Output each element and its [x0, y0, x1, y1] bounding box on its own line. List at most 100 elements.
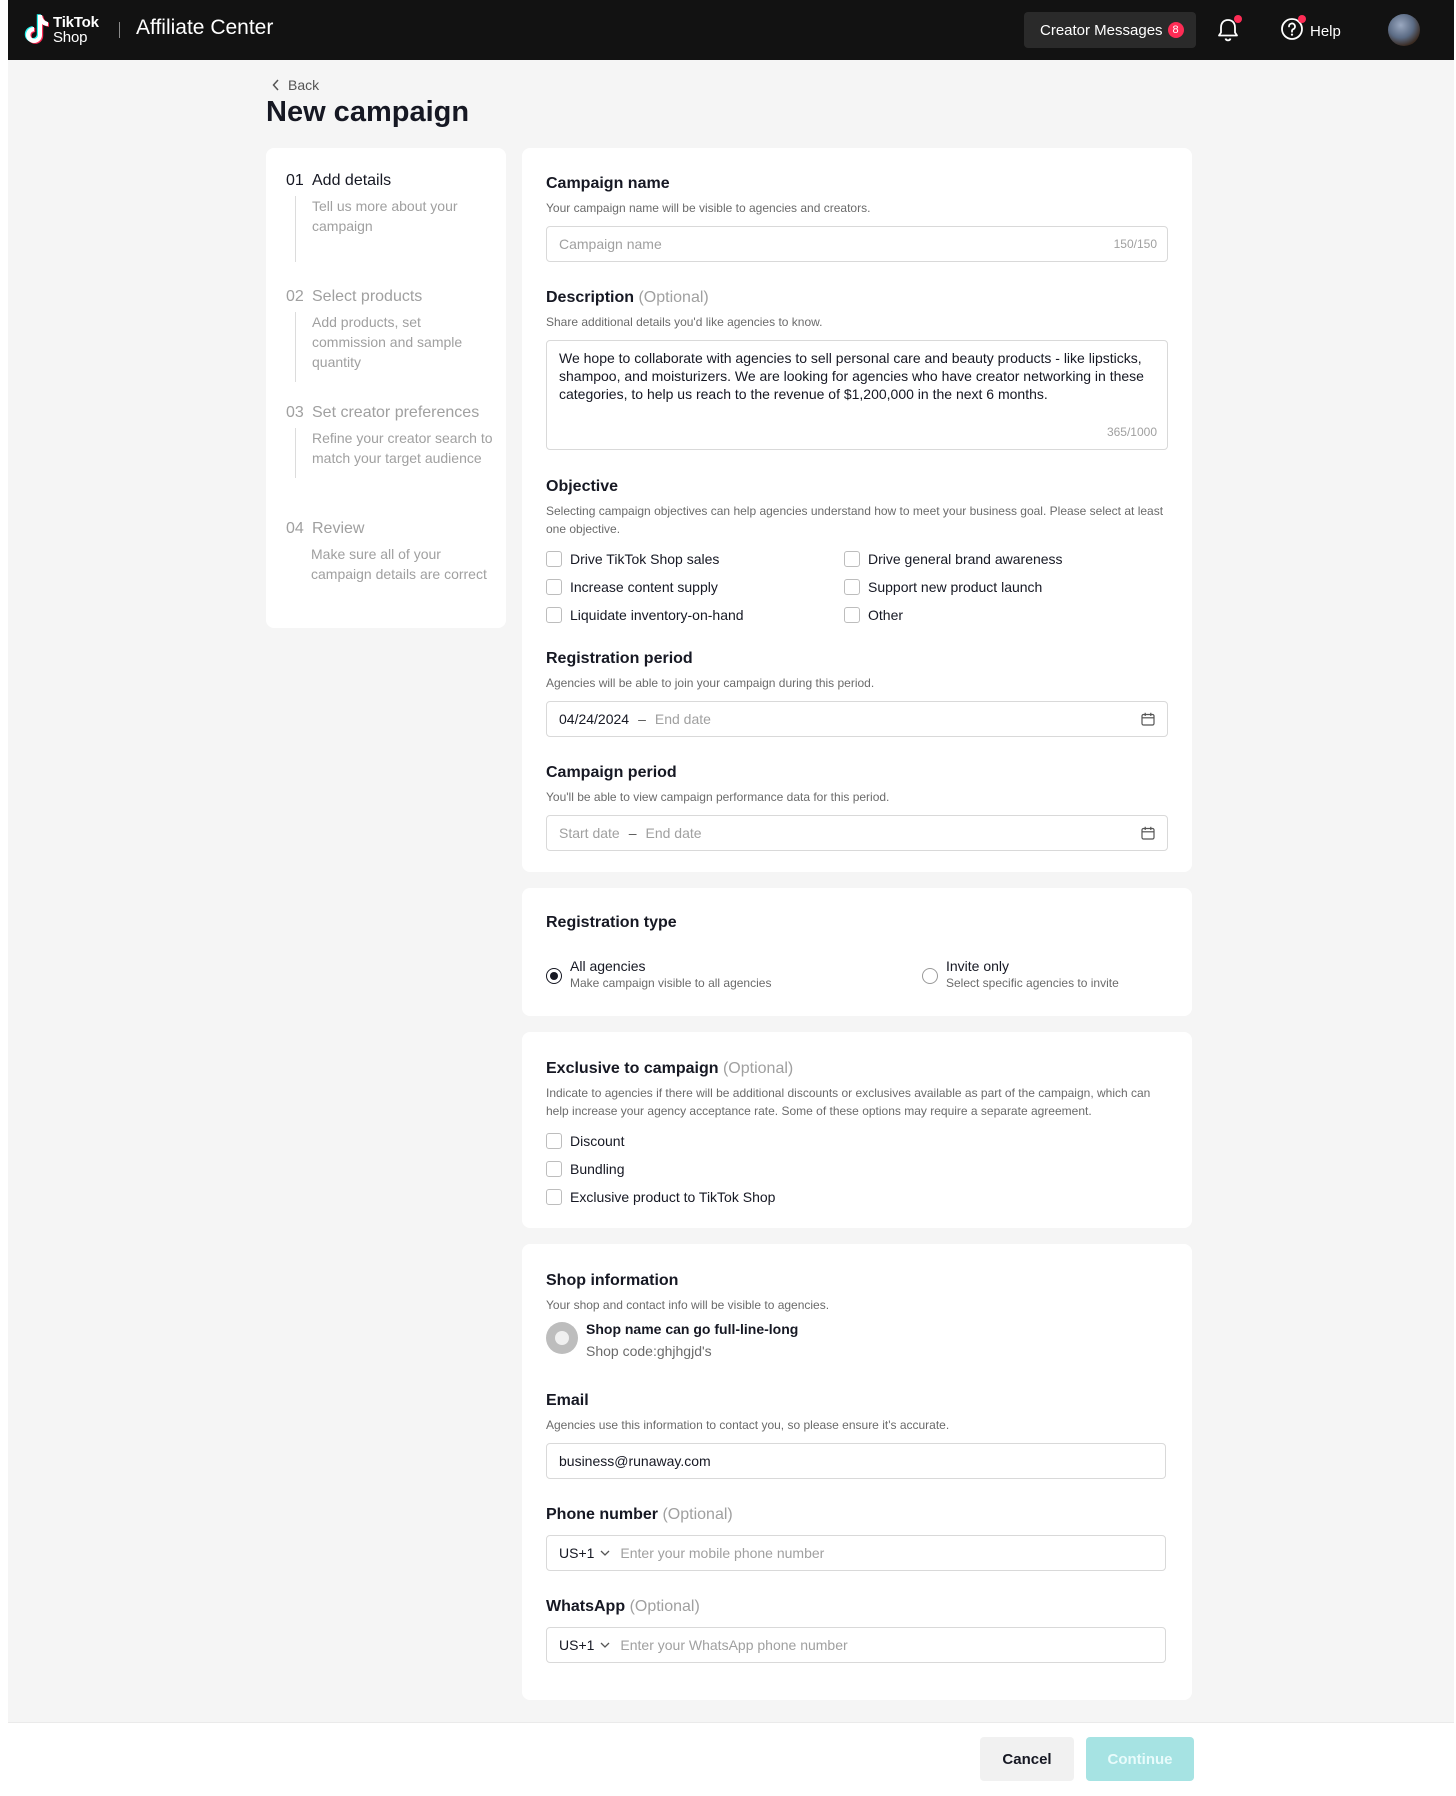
step-title: Select products [312, 288, 423, 305]
checkbox[interactable] [546, 1161, 562, 1177]
step-review[interactable]: 04 Review Make sure all of your campaign… [286, 520, 496, 594]
email-value: business@runaway.com [559, 1453, 711, 1469]
description-help: Share additional details you'd like agen… [546, 315, 823, 329]
checkbox-label: Drive TikTok Shop sales [570, 551, 720, 567]
notifications-bell-icon[interactable] [1214, 15, 1242, 44]
description-counter: 365/1000 [1106, 425, 1157, 439]
logo-line-1: TikTok [53, 14, 99, 31]
exclusive-bundling[interactable]: Bundling [546, 1161, 625, 1177]
checkbox[interactable] [546, 551, 562, 567]
radio-all-agencies[interactable]: All agencies Make campaign visible to al… [546, 958, 771, 991]
shop-name: Shop name can go full-line-long [586, 1321, 799, 1337]
whatsapp-input[interactable]: US+1 Enter your WhatsApp phone number [546, 1627, 1166, 1663]
registration-period-label: Registration period [546, 650, 693, 667]
campaign-period-range-picker[interactable]: Start date – End date [546, 815, 1168, 851]
checkbox-label: Drive general brand awareness [868, 551, 1063, 567]
step-creator-preferences[interactable]: 03 Set creator preferences Refine your c… [286, 404, 496, 478]
shop-info-label: Shop information [546, 1272, 679, 1289]
range-separator: – [638, 711, 646, 727]
checkbox-label: Exclusive product to TikTok Shop [570, 1189, 776, 1205]
whatsapp-placeholder: Enter your WhatsApp phone number [620, 1637, 848, 1653]
step-number: 03 [286, 404, 304, 421]
description-value: We hope to collaborate with agencies to … [559, 350, 1144, 402]
objective-content-supply[interactable]: Increase content supply [546, 579, 718, 595]
step-number: 04 [286, 520, 304, 537]
objective-other[interactable]: Other [844, 607, 903, 623]
whatsapp-label: WhatsApp (Optional) [546, 1598, 700, 1616]
step-description: Refine your creator search to match your… [295, 428, 496, 478]
back-label: Back [288, 77, 320, 93]
registration-start-value: 04/24/2024 [559, 711, 630, 727]
phone-label: Phone number (Optional) [546, 1506, 733, 1524]
checkbox[interactable] [844, 551, 860, 567]
logo-line-2: Shop [53, 29, 88, 46]
exclusive-card: Exclusive to campaign (Optional) Indicat… [522, 1032, 1192, 1228]
registration-end-placeholder: End date [654, 711, 711, 727]
help-label: Help [1310, 22, 1341, 40]
shop-avatar [546, 1322, 578, 1354]
campaign-end-placeholder: End date [645, 825, 702, 841]
creator-messages-button[interactable]: Creator Messages 8 [1024, 12, 1196, 48]
details-card: Campaign name Your campaign name will be… [522, 148, 1192, 872]
step-select-products[interactable]: 02 Select products Add products, set com… [286, 288, 496, 382]
checkbox[interactable] [546, 1133, 562, 1149]
user-avatar[interactable] [1388, 14, 1420, 46]
messages-count-badge: 8 [1167, 22, 1184, 38]
step-title: Add details [312, 172, 392, 189]
registration-period-range-picker[interactable]: 04/24/2024 – End date [546, 701, 1168, 737]
checkbox[interactable] [546, 607, 562, 623]
objective-product-launch[interactable]: Support new product launch [844, 579, 1042, 595]
radio-button-selected[interactable] [546, 968, 562, 984]
radio-label: Invite only [946, 958, 1010, 974]
footer-action-bar: Cancel Continue [8, 1722, 1454, 1796]
radio-invite-only[interactable]: Invite only Select specific agencies to … [922, 958, 1119, 991]
phone-country-code-select[interactable]: US+1 [559, 1545, 610, 1561]
phone-input[interactable]: US+1 Enter your mobile phone number [546, 1535, 1166, 1571]
step-add-details[interactable]: 01 Add details Tell us more about your c… [286, 172, 496, 262]
exclusive-product[interactable]: Exclusive product to TikTok Shop [546, 1189, 775, 1205]
registration-type-label: Registration type [546, 914, 677, 931]
exclusive-discount[interactable]: Discount [546, 1133, 624, 1149]
shop-code: Shop code:ghjhgjd's [586, 1343, 712, 1359]
calendar-icon [1141, 712, 1155, 726]
checkbox[interactable] [844, 607, 860, 623]
whatsapp-country-code-select[interactable]: US+1 [559, 1637, 610, 1653]
step-number: 01 [286, 172, 304, 189]
objective-help: Selecting campaign objectives can help a… [546, 504, 1164, 536]
logo-wordmark: TikTok Shop [53, 15, 99, 45]
email-help: Agencies use this information to contact… [546, 1418, 950, 1432]
objective-liquidate-inventory[interactable]: Liquidate inventory-on-hand [546, 607, 744, 623]
checkbox[interactable] [546, 1189, 562, 1205]
shop-info-help: Your shop and contact info will be visib… [546, 1298, 830, 1312]
logo-divider [119, 22, 120, 38]
calendar-icon [1141, 826, 1155, 840]
back-link[interactable]: Back [272, 77, 319, 93]
description-textarea[interactable]: We hope to collaborate with agencies to … [546, 340, 1168, 450]
step-number: 02 [286, 288, 304, 305]
objective-drive-sales[interactable]: Drive TikTok Shop sales [546, 551, 719, 567]
objective-label: Objective [546, 478, 619, 495]
checkbox[interactable] [546, 579, 562, 595]
checkbox[interactable] [844, 579, 860, 595]
country-code-value: US+1 [559, 1545, 595, 1561]
app-title: Affiliate Center [136, 16, 274, 39]
step-title: Review [312, 520, 365, 537]
chevron-left-icon [272, 79, 279, 91]
objective-brand-awareness[interactable]: Drive general brand awareness [844, 551, 1063, 567]
chevron-down-icon [600, 1642, 610, 1648]
radio-button[interactable] [922, 968, 938, 984]
range-separator: – [628, 825, 637, 841]
cancel-button[interactable]: Cancel [980, 1737, 1074, 1781]
campaign-name-help: Your campaign name will be visible to ag… [546, 201, 871, 215]
phone-label-text: Phone number [546, 1506, 659, 1523]
tiktok-shop-logo[interactable]: TikTok Shop [23, 13, 99, 47]
help-button[interactable]: Help [1280, 15, 1341, 45]
step-title: Set creator preferences [312, 404, 480, 421]
email-input[interactable]: business@runaway.com [546, 1443, 1166, 1479]
radio-label: All agencies [570, 958, 646, 974]
continue-button[interactable]: Continue [1086, 1737, 1194, 1781]
campaign-stepper: 01 Add details Tell us more about your c… [266, 148, 506, 628]
campaign-name-input[interactable]: Campaign name 150/150 [546, 226, 1168, 262]
exclusive-help: Indicate to agencies if there will be ad… [546, 1086, 1151, 1118]
tiktok-note-icon [24, 14, 49, 44]
